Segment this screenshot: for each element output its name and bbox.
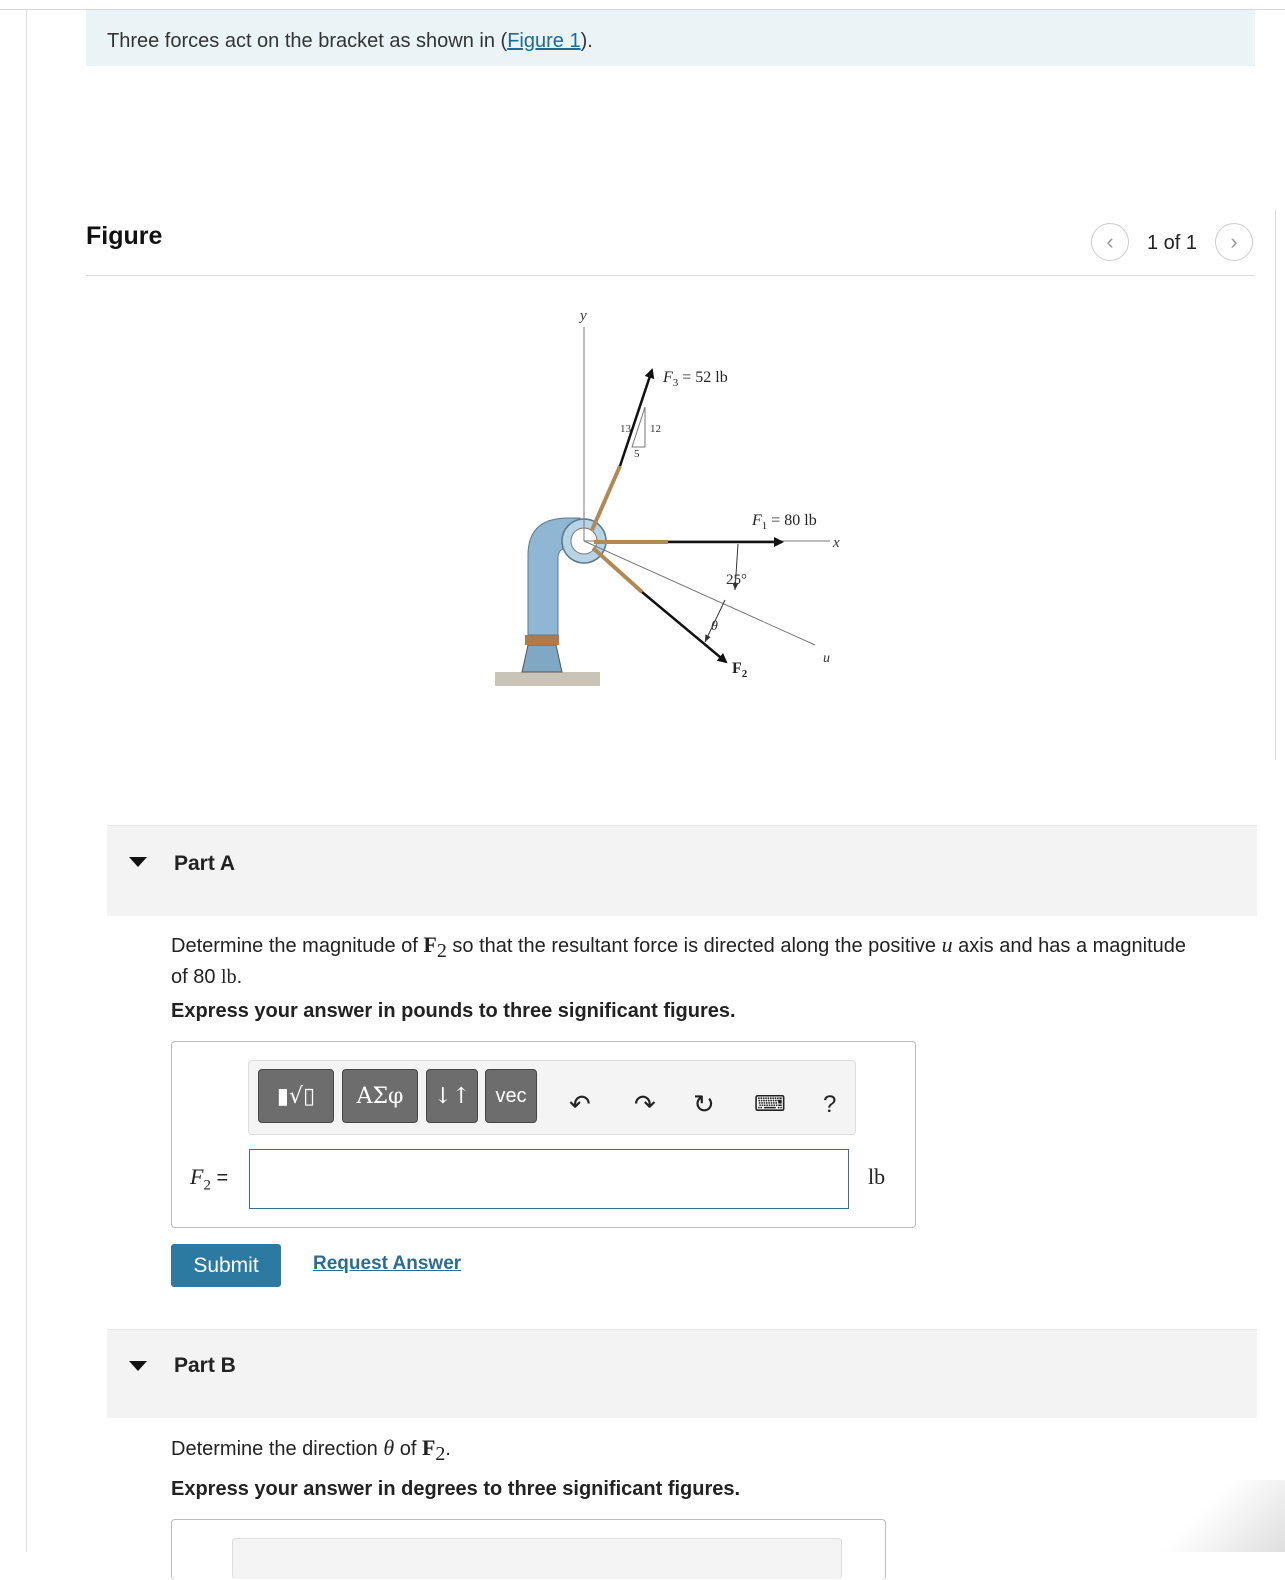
vector-button[interactable]: vec: [485, 1069, 537, 1123]
part-b-title: Part B: [174, 1354, 236, 1377]
scroll-shadow: [1150, 1480, 1285, 1552]
unit-symbol: lb: [221, 966, 237, 988]
force-symbol: F: [423, 932, 437, 957]
answer-unit: lb: [868, 1164, 886, 1189]
slope-13: 13: [620, 423, 632, 435]
part-a-question: Determine the magnitude of F2 so that th…: [171, 932, 1186, 990]
greek-symbols-button[interactable]: ΑΣφ: [342, 1069, 418, 1123]
reset-icon[interactable]: ↻: [693, 1089, 715, 1120]
var-equals: =: [210, 1167, 229, 1189]
answer-input[interactable]: [249, 1149, 849, 1209]
keyboard-icon[interactable]: ⌨: [754, 1091, 786, 1117]
f1-label: F1 = 80 lb: [751, 512, 817, 532]
intro-text-before: Three forces act on the bracket as shown…: [107, 30, 508, 52]
u-axis-label: u: [823, 651, 830, 666]
part-a-title: Part A: [174, 852, 236, 875]
x-axis-label: x: [832, 535, 840, 551]
question-text: .: [445, 1438, 451, 1460]
figure-link[interactable]: Figure 1: [507, 30, 580, 52]
figure-pager: 1 of 1: [1147, 232, 1198, 254]
templates-button[interactable]: ▮√▯: [258, 1069, 334, 1123]
question-text: axis and has a magnitude: [952, 935, 1187, 957]
f2-label: F2: [732, 660, 748, 680]
f3-cable: [590, 465, 622, 531]
force-symbol: F: [421, 1435, 436, 1460]
next-figure-button[interactable]: ›: [1215, 223, 1253, 261]
part-b-instruction: Express your answer in degrees to three …: [171, 1478, 741, 1500]
force-sub: 2: [435, 1443, 446, 1465]
question-text: Determine the direction: [171, 1438, 384, 1460]
redo-icon[interactable]: ↷: [634, 1089, 656, 1120]
question-text: so that the resultant force is directed …: [446, 935, 942, 957]
question-text: of: [394, 1438, 422, 1460]
pipe-base: [521, 644, 563, 673]
request-answer-link[interactable]: Request Answer: [313, 1253, 461, 1275]
math-toolbar-b: [232, 1538, 842, 1579]
u-axis-line: [583, 540, 816, 646]
bracket-force-diagram: y x u F3 = 52 lb 13 12 5 F1 = 80 lb F2 2…: [495, 308, 840, 686]
caret-down-icon[interactable]: [129, 1361, 147, 1371]
part-b-answer-box: [171, 1519, 886, 1580]
chevron-right-icon: ›: [1230, 229, 1238, 254]
right-border: [1275, 210, 1276, 760]
theta-symbol: θ: [383, 1435, 395, 1460]
part-a-answer-box: ▮√▯ ΑΣφ ↓↑ vec ↶ ↷ ↻ ⌨ ? F2 = lb: [171, 1041, 916, 1228]
left-border: [26, 10, 27, 1552]
part-a-instruction: Express your answer in pounds to three s…: [171, 1000, 736, 1022]
part-b-question: Determine the direction θ of F2.: [171, 1435, 451, 1467]
u-symbol: u: [941, 932, 953, 957]
question-text: Determine the magnitude of: [171, 935, 424, 957]
answer-variable-label: F2 =: [190, 1164, 228, 1194]
f2-cable: [591, 546, 644, 594]
figure-divider: [86, 275, 1255, 276]
y-axis-label: y: [578, 308, 587, 324]
chevron-left-icon: ‹: [1106, 229, 1114, 254]
var-symbol: F: [190, 1164, 204, 1189]
f3-label: F3 = 52 lb: [662, 369, 728, 389]
arrows-button[interactable]: ↓↑: [426, 1069, 478, 1123]
angle-25-label: 25°: [726, 572, 747, 588]
prev-figure-button[interactable]: ‹: [1091, 223, 1129, 261]
intro-text-after: ).: [580, 30, 593, 52]
slope-12: 12: [650, 423, 661, 435]
figure-heading: Figure: [86, 222, 163, 250]
question-text: .: [236, 966, 243, 988]
intro-text: Three forces act on the bracket as shown…: [107, 30, 593, 53]
ground: [495, 672, 600, 686]
question-text: of 80: [171, 966, 222, 988]
part-a-header[interactable]: Part A: [107, 825, 1257, 916]
var-sub: 2: [203, 1177, 211, 1194]
force-sub: 2: [436, 940, 447, 962]
submit-button[interactable]: Submit: [171, 1244, 281, 1287]
help-button[interactable]: ?: [823, 1091, 836, 1119]
math-toolbar: ▮√▯ ΑΣφ ↓↑ vec ↶ ↷ ↻ ⌨ ?: [248, 1060, 856, 1135]
pipe-collar: [525, 635, 559, 645]
caret-down-icon[interactable]: [129, 857, 147, 867]
slope-5: 5: [634, 448, 640, 460]
undo-icon[interactable]: ↶: [569, 1089, 591, 1120]
theta-label: θ: [711, 619, 718, 634]
intro-banner: Three forces act on the bracket as shown…: [86, 10, 1255, 66]
part-b-header[interactable]: Part B: [107, 1329, 1257, 1418]
